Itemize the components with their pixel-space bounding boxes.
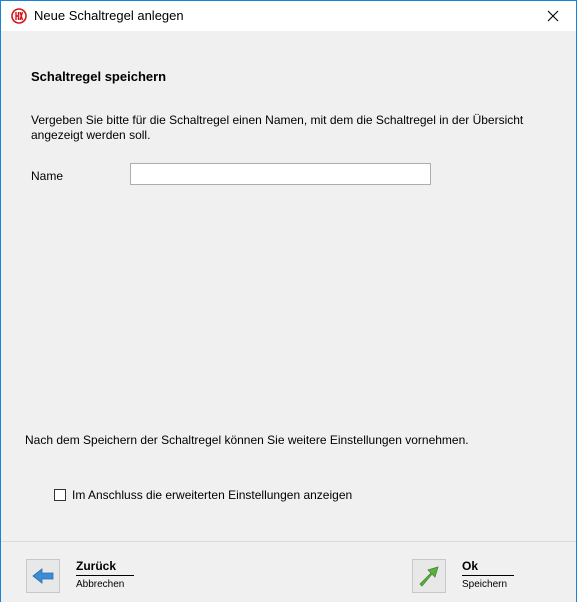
dialog-window: Neue Schaltregel anlegen Schaltregel spe…	[0, 0, 577, 602]
advanced-settings-checkbox-label[interactable]: Im Anschluss die erweiterten Einstellung…	[72, 488, 352, 502]
back-button[interactable]: Zurück Abbrechen	[26, 554, 146, 594]
arrow-up-right-icon	[419, 566, 439, 587]
ok-button-icon-frame[interactable]	[412, 559, 446, 593]
ok-button-label[interactable]: Ok	[462, 559, 478, 573]
section-heading: Schaltregel speichern	[31, 69, 167, 84]
window-title: Neue Schaltregel anlegen	[34, 8, 184, 23]
name-input[interactable]	[130, 163, 431, 185]
arrow-left-icon	[32, 568, 54, 584]
advanced-settings-checkbox[interactable]	[54, 489, 66, 501]
ok-button[interactable]: Ok Speichern	[412, 554, 532, 594]
title-bar: Neue Schaltregel anlegen	[1, 1, 576, 31]
back-button-icon-frame[interactable]	[26, 559, 60, 593]
close-icon	[547, 10, 559, 22]
brand-logo-icon	[11, 8, 27, 24]
ok-button-divider	[462, 575, 514, 576]
advanced-settings-checkbox-row[interactable]: Im Anschluss die erweiterten Einstellung…	[54, 488, 352, 502]
back-button-divider	[76, 575, 134, 576]
footer-bar: Zurück Abbrechen Ok Speichern	[1, 541, 576, 602]
back-button-sublabel[interactable]: Abbrechen	[76, 579, 124, 590]
back-button-label[interactable]: Zurück	[76, 559, 116, 573]
close-button[interactable]	[530, 1, 576, 31]
info-text: Nach dem Speichern der Schaltregel könne…	[25, 433, 469, 447]
description-text: Vergeben Sie bitte für die Schaltregel e…	[31, 113, 524, 142]
ok-button-sublabel[interactable]: Speichern	[462, 579, 507, 590]
name-label: Name	[31, 169, 64, 183]
